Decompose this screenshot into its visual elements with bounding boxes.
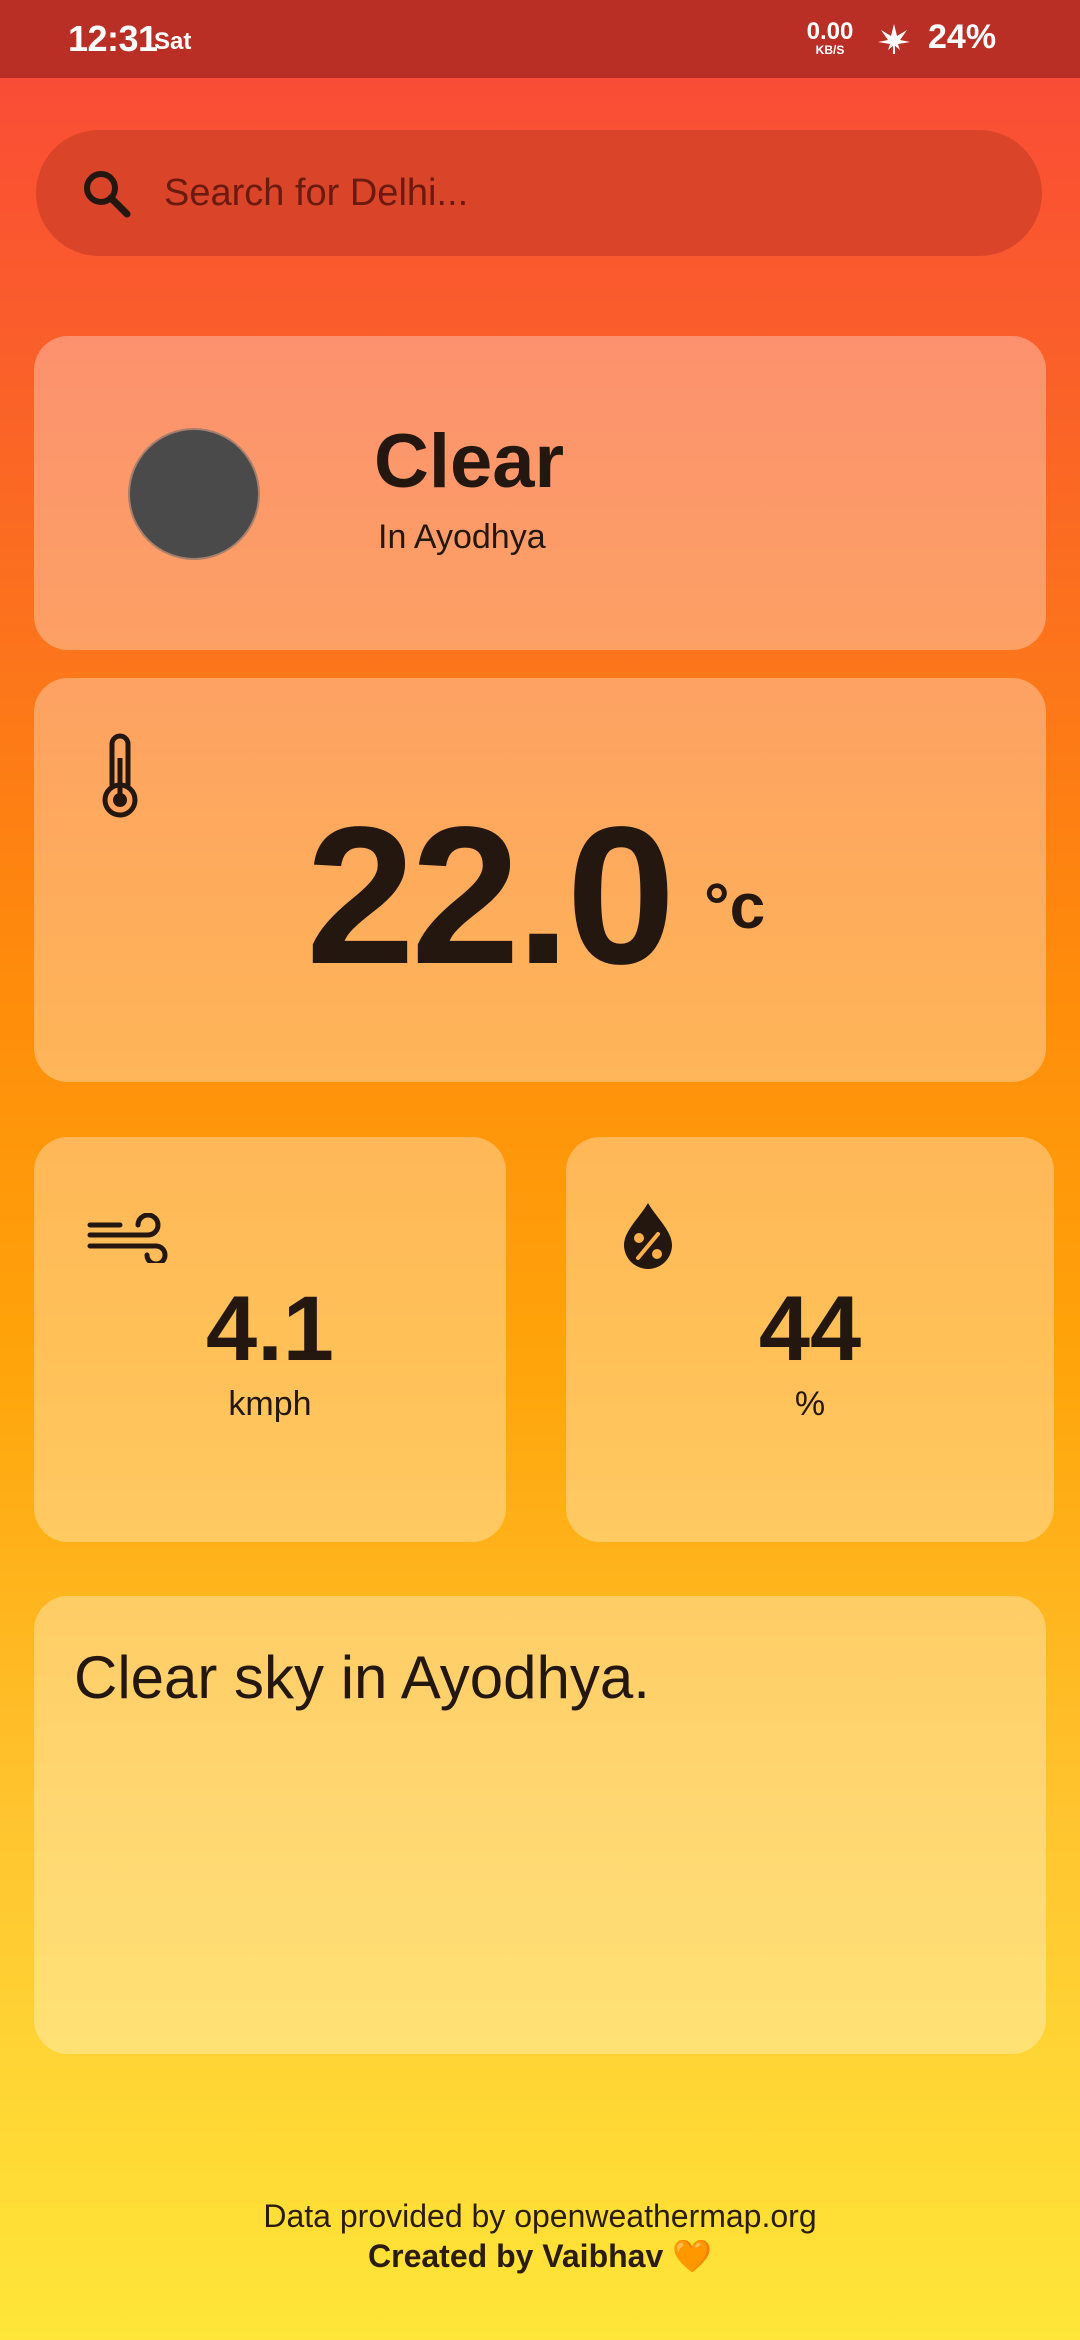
condition-location: In Ayodhya	[378, 518, 546, 556]
wind-card: 4.1 kmph	[34, 1137, 506, 1542]
humidity-unit: %	[794, 1385, 826, 1423]
description-card: Clear sky in Ayodhya.	[34, 1596, 1046, 2054]
weather-description: Clear sky in Ayodhya.	[74, 1644, 650, 1711]
humidity-drop-icon	[624, 1203, 672, 1269]
weather-icon-placeholder	[130, 430, 258, 558]
status-bar: 12:31 Sat 0.00 KB/S 24%	[0, 0, 1080, 78]
footer: Data provided by openweathermap.org Crea…	[0, 2196, 1080, 2276]
author-credit: Created by Vaibhav 🧡	[0, 2236, 1080, 2276]
network-speed: 0.00 KB/S	[800, 18, 860, 57]
humidity-value: 44	[758, 1278, 862, 1380]
wind-unit: kmph	[228, 1385, 312, 1423]
temperature-value: 22.0	[306, 786, 675, 1005]
humidity-card: 44 %	[566, 1137, 1054, 1542]
condition-title: Clear	[374, 419, 565, 504]
battery-percentage: 24%	[928, 18, 997, 56]
thermometer-icon	[102, 733, 138, 818]
author-name: Created by Vaibhav	[368, 2238, 664, 2274]
status-time: 12:31	[68, 18, 158, 59]
data-credit: Data provided by openweathermap.org	[263, 2198, 817, 2234]
condition-card: Clear In Ayodhya	[34, 336, 1046, 650]
leaf-icon	[878, 24, 910, 54]
status-day: Sat	[154, 28, 192, 55]
network-speed-unit: KB/S	[815, 43, 845, 57]
network-speed-value: 0.00	[806, 18, 854, 45]
temperature-unit: °c	[704, 870, 766, 942]
search-icon[interactable]	[80, 167, 132, 219]
wind-value: 4.1	[206, 1278, 334, 1380]
search-input[interactable]	[164, 150, 984, 236]
temperature-card: 22.0 °c	[34, 678, 1046, 1082]
heart-icon: 🧡	[672, 2238, 712, 2274]
wind-icon	[87, 1213, 168, 1263]
